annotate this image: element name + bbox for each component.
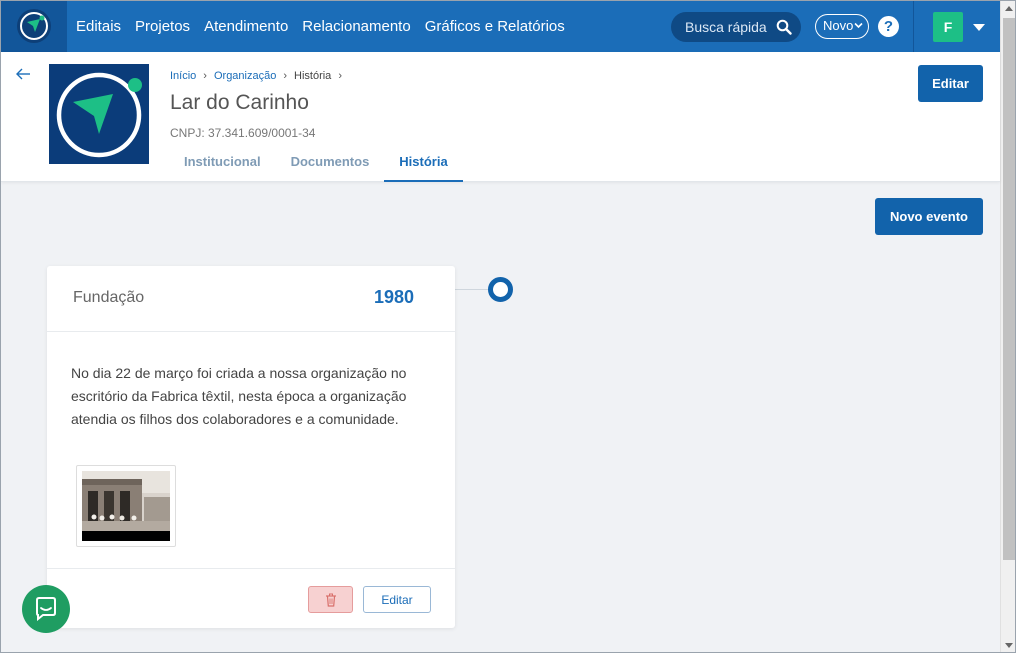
- chevron-down-icon: [854, 22, 863, 29]
- breadcrumb-chevron-icon: ›: [283, 70, 288, 82]
- nav-link-relacionamento[interactable]: Relacionamento: [302, 18, 410, 35]
- scroll-down-arrow-icon[interactable]: [1005, 643, 1013, 648]
- app-logo-link[interactable]: [1, 1, 67, 52]
- chat-icon: [36, 597, 56, 621]
- cnpj-text: CNPJ: 37.341.609/0001-34: [170, 126, 316, 140]
- event-card-header: Fundação 1980: [47, 266, 455, 332]
- app-logo-icon: [17, 9, 51, 43]
- trash-icon: [326, 593, 336, 607]
- scrollbar-thumb[interactable]: [1003, 18, 1015, 560]
- chat-widget-button[interactable]: [22, 585, 70, 633]
- nav-link-graficos-relatorios[interactable]: Gráficos e Relatórios: [425, 18, 565, 35]
- event-title: Fundação: [73, 289, 145, 306]
- scroll-up-arrow-icon[interactable]: [1005, 6, 1013, 11]
- event-photo: [82, 471, 170, 541]
- page-scrollbar[interactable]: [1000, 1, 1015, 652]
- timeline-event-card: Fundação 1980 No dia 22 de março foi cri…: [47, 266, 455, 628]
- quick-search-placeholder: Busca rápida: [685, 19, 767, 35]
- edit-organization-button[interactable]: Editar: [918, 65, 983, 102]
- novo-label: Novo: [823, 18, 854, 33]
- event-description: No dia 22 de março foi criada a nossa or…: [71, 365, 407, 427]
- novo-dropdown-button[interactable]: Novo: [815, 14, 869, 39]
- user-avatar[interactable]: F: [933, 12, 963, 42]
- organization-tabs: Institucional Documentos História: [169, 146, 463, 182]
- breadcrumb-chevron-icon: ›: [338, 70, 342, 82]
- user-menu-caret-icon[interactable]: [973, 24, 985, 31]
- organization-header: Início › Organização › História › Lar do…: [1, 52, 1000, 182]
- back-arrow-icon[interactable]: [15, 67, 31, 81]
- search-icon[interactable]: [776, 19, 792, 35]
- tab-historia[interactable]: História: [384, 146, 463, 182]
- breadcrumb: Início › Organização › História ›: [170, 70, 349, 82]
- nav-link-projetos[interactable]: Projetos: [135, 18, 190, 35]
- app-window: Editais Projetos Atendimento Relacioname…: [0, 0, 1016, 653]
- breadcrumb-organization[interactable]: Organização: [214, 70, 276, 82]
- tab-institucional[interactable]: Institucional: [169, 146, 276, 182]
- help-icon[interactable]: ?: [878, 16, 899, 37]
- page-title: Lar do Carinho: [170, 91, 309, 114]
- edit-event-button[interactable]: Editar: [363, 586, 431, 613]
- event-card-footer: Editar: [47, 568, 455, 628]
- new-event-button[interactable]: Novo evento: [875, 198, 983, 235]
- breadcrumb-home[interactable]: Início: [170, 70, 196, 82]
- nav-divider: [913, 1, 914, 52]
- organization-logo: [49, 64, 149, 164]
- event-photo-thumbnail[interactable]: [76, 465, 176, 547]
- top-navbar: Editais Projetos Atendimento Relacioname…: [1, 1, 1000, 52]
- timeline-dot: [488, 277, 513, 302]
- breadcrumb-chevron-icon: ›: [203, 70, 207, 82]
- tab-documentos[interactable]: Documentos: [276, 146, 385, 182]
- breadcrumb-current: História: [294, 70, 332, 82]
- nav-link-editais[interactable]: Editais: [76, 18, 121, 35]
- nav-link-atendimento[interactable]: Atendimento: [204, 18, 288, 35]
- main-nav: Editais Projetos Atendimento Relacioname…: [76, 1, 579, 52]
- delete-event-button[interactable]: [308, 586, 353, 613]
- event-year: 1980: [373, 287, 414, 307]
- quick-search[interactable]: Busca rápida: [671, 12, 801, 42]
